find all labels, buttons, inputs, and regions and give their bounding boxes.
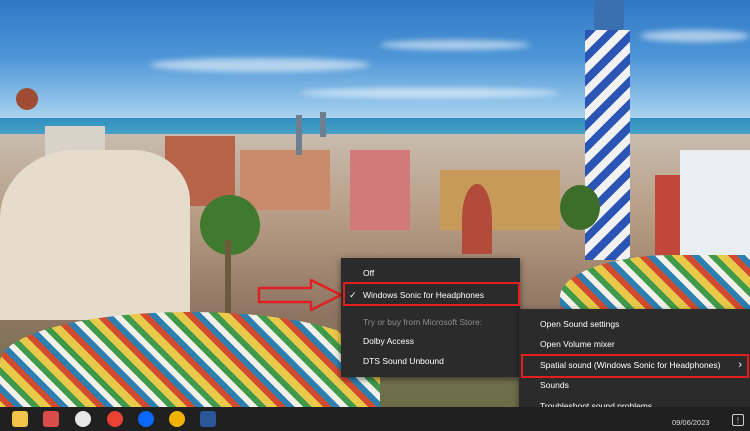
wallpaper-tower bbox=[296, 115, 302, 155]
wallpaper-mosaic-bench bbox=[0, 312, 380, 412]
menu-item-label: Try or buy from Microsoft Store: bbox=[363, 317, 483, 327]
wallpaper-building bbox=[440, 170, 560, 230]
store-hint-label: Try or buy from Microsoft Store: bbox=[341, 312, 520, 332]
zalo-icon[interactable] bbox=[138, 411, 154, 427]
chrome-icon[interactable] bbox=[107, 411, 123, 427]
wallpaper-cloud bbox=[640, 30, 750, 42]
notification-icon[interactable]: ! bbox=[732, 414, 744, 426]
chrome-profile-icon[interactable] bbox=[169, 411, 185, 427]
menu-item-label: Off bbox=[363, 268, 375, 278]
wallpaper-cloud bbox=[380, 40, 530, 50]
wallpaper-tower-top bbox=[594, 0, 624, 30]
paint-icon[interactable] bbox=[75, 411, 91, 427]
highlight-box-spatial-sound bbox=[521, 354, 749, 378]
menu-item-sounds[interactable]: Sounds bbox=[519, 375, 750, 396]
wallpaper-building bbox=[655, 175, 680, 255]
spatial-sound-submenu: Off ✓ Windows Sonic for Headphones Try o… bbox=[341, 258, 520, 377]
menu-item-label: Sounds bbox=[540, 380, 569, 390]
wallpaper-pavilion-tower bbox=[462, 184, 492, 254]
menu-item-label: DTS Sound Unbound bbox=[363, 356, 444, 366]
word-icon[interactable] bbox=[200, 411, 216, 427]
wallpaper-tree bbox=[560, 185, 600, 230]
wallpaper-building bbox=[240, 150, 330, 210]
snipping-tool-icon[interactable] bbox=[43, 411, 59, 427]
taskbar-date[interactable]: 09/06/2023 bbox=[672, 418, 710, 427]
file-explorer-icon[interactable] bbox=[12, 411, 28, 427]
wallpaper-tower bbox=[320, 112, 326, 137]
wallpaper-cloud bbox=[300, 88, 560, 98]
menu-item-dolby-access[interactable]: Dolby Access bbox=[341, 331, 520, 351]
menu-item-label: Open Volume mixer bbox=[540, 339, 615, 349]
wallpaper-dome bbox=[16, 88, 38, 110]
wallpaper-building bbox=[350, 150, 410, 230]
menu-item-off[interactable]: Off bbox=[341, 263, 520, 283]
wallpaper-sky bbox=[0, 0, 750, 125]
red-arrow-icon bbox=[257, 279, 343, 311]
wallpaper-cloud bbox=[150, 58, 370, 72]
menu-item-label: Open Sound settings bbox=[540, 319, 620, 329]
wallpaper-pavilion bbox=[0, 150, 190, 320]
menu-item-open-volume-mixer[interactable]: Open Volume mixer bbox=[519, 334, 750, 355]
highlight-box-windows-sonic bbox=[343, 282, 520, 306]
menu-item-dts-sound-unbound[interactable]: DTS Sound Unbound bbox=[341, 351, 520, 371]
menu-item-open-sound-settings[interactable]: Open Sound settings bbox=[519, 314, 750, 335]
wallpaper-building bbox=[680, 150, 750, 260]
menu-item-label: Dolby Access bbox=[363, 336, 415, 346]
